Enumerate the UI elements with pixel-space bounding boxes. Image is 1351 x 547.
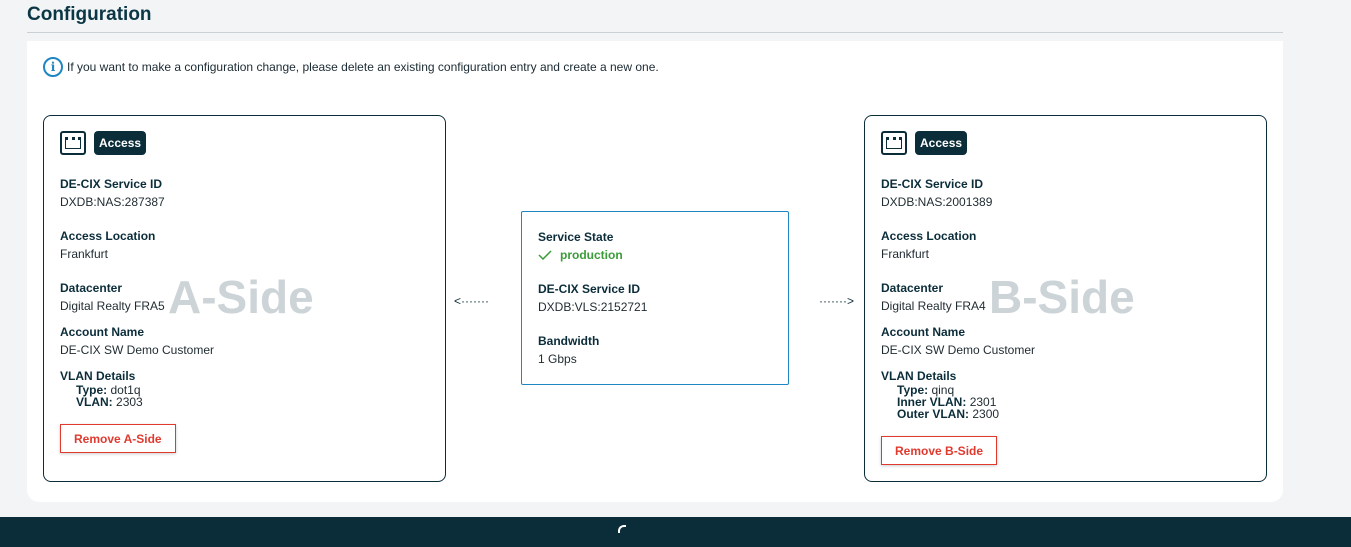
service-state-label: Service State — [538, 230, 614, 244]
ethernet-port-icon — [881, 131, 907, 155]
location-value: Frankfurt — [60, 247, 109, 261]
a-side-account: Account Name DE-CIX SW Demo Customer — [60, 325, 214, 357]
vlan-row: VLAN: 2303 — [76, 395, 143, 409]
b-side-card: Access B-Side DE-CIX Service ID DXDB:NAS… — [864, 115, 1267, 482]
location-label: Access Location — [881, 229, 977, 243]
left-arrow: <······· — [454, 294, 489, 308]
state-text: production — [560, 248, 623, 262]
access-badge: Access — [94, 131, 147, 155]
b-side-location: Access Location Frankfurt — [881, 229, 976, 261]
footer — [0, 517, 1351, 547]
service-id-label: DE-CIX Service ID — [881, 177, 984, 191]
b-side-watermark: B-Side — [989, 271, 1135, 323]
account-value: DE-CIX SW Demo Customer — [60, 343, 215, 357]
a-side-watermark: A-Side — [168, 271, 314, 323]
right-arrow: ·······> — [819, 294, 854, 308]
b-side-account: Account Name DE-CIX SW Demo Customer — [881, 325, 1035, 357]
datacenter-label: Datacenter — [60, 281, 123, 295]
info-text: If you want to make a configuration chan… — [67, 60, 659, 74]
service-id-value: DXDB:VLS:2152721 — [538, 300, 648, 314]
vlan-details-label: VLAN Details — [60, 369, 136, 383]
vlan-row: Outer VLAN: 2300 — [897, 407, 1000, 421]
location-value: Frankfurt — [881, 247, 930, 261]
access-badge: Access — [915, 131, 968, 155]
service-id: DE-CIX Service ID DXDB:VLS:2152721 — [538, 282, 647, 314]
service-id-value: DXDB:NAS:2001389 — [881, 195, 993, 209]
datacenter-value: Digital Realty FRA5 — [60, 299, 165, 313]
bandwidth-value: 1 Gbps — [538, 352, 577, 366]
a-side-service-id: DE-CIX Service ID DXDB:NAS:287387 — [60, 177, 165, 209]
a-side-datacenter: Datacenter Digital Realty FRA5 — [60, 281, 165, 313]
datacenter-value: Digital Realty FRA4 — [881, 299, 986, 313]
bandwidth: Bandwidth 1 Gbps — [538, 334, 599, 366]
service-id-label: DE-CIX Service ID — [538, 282, 641, 296]
info-icon: i — [43, 57, 63, 77]
b-side-header: Access — [881, 131, 968, 155]
b-side-datacenter: Datacenter Digital Realty FRA4 — [881, 281, 986, 313]
remove-b-side-button[interactable]: Remove B-Side — [881, 436, 998, 465]
configuration-panel: i If you want to make a configuration ch… — [27, 41, 1283, 502]
b-side-service-id: DE-CIX Service ID DXDB:NAS:2001389 — [881, 177, 992, 209]
ethernet-port-icon — [60, 131, 86, 155]
account-label: Account Name — [60, 325, 145, 339]
service-id-value: DXDB:NAS:287387 — [60, 195, 165, 209]
account-value: DE-CIX SW Demo Customer — [881, 343, 1036, 357]
bandwidth-label: Bandwidth — [538, 334, 600, 348]
a-side-vlan-details: VLAN Details Type: dot1q VLAN: 2303 — [60, 369, 143, 408]
service-state-value: production — [538, 248, 623, 262]
b-side-vlan-details: VLAN Details Type: qinq Inner VLAN: 2301… — [881, 369, 999, 420]
a-side-location: Access Location Frankfurt — [60, 229, 155, 261]
a-side-card: Access A-Side DE-CIX Service ID DXDB:NAS… — [43, 115, 446, 482]
title-divider — [27, 32, 1283, 33]
account-label: Account Name — [881, 325, 966, 339]
service-card: Service State production DE-CIX Service … — [521, 211, 789, 385]
page-title: Configuration — [27, 4, 152, 25]
footer-logo-icon — [618, 525, 626, 533]
service-id-label: DE-CIX Service ID — [60, 177, 163, 191]
info-notice: i If you want to make a configuration ch… — [43, 57, 659, 77]
remove-a-side-button[interactable]: Remove A-Side — [60, 424, 176, 453]
datacenter-label: Datacenter — [881, 281, 944, 295]
service-state: Service State production — [538, 230, 623, 262]
vlan-details-label: VLAN Details — [881, 369, 957, 383]
a-side-header: Access — [60, 131, 147, 155]
check-icon — [538, 250, 552, 260]
location-label: Access Location — [60, 229, 156, 243]
